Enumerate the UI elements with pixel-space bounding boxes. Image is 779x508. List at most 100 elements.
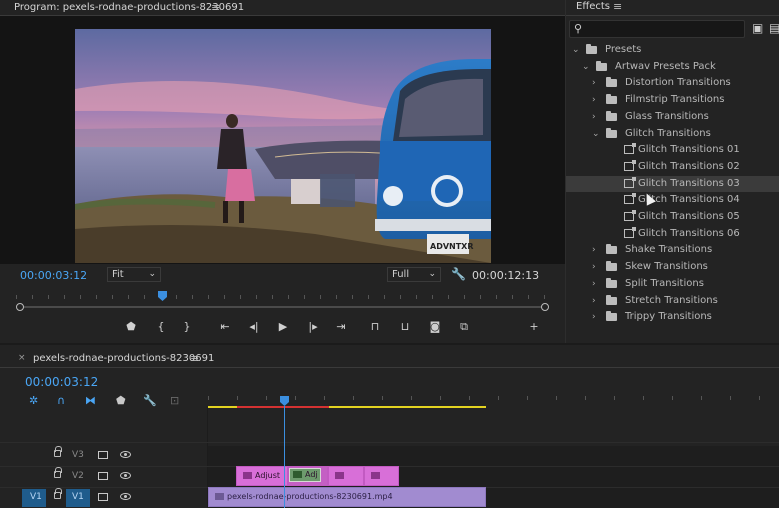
extract-icon[interactable]: ⊔ <box>396 320 414 333</box>
effects-tree-item[interactable]: › Skew Transitions <box>566 259 779 275</box>
effects-tree-item[interactable]: Glitch Transitions 03 <box>566 176 779 192</box>
timeline-timecode[interactable]: 00:00:03:12 <box>25 375 98 389</box>
effects-tree-item[interactable]: ⌄ Artwav Presets Pack <box>566 59 779 75</box>
adjustment-clip-4[interactable] <box>364 466 399 486</box>
step-back-icon[interactable]: ◂| <box>245 320 263 333</box>
effects-tree-item-label: Glitch Transitions 05 <box>638 211 740 222</box>
add-marker-icon[interactable]: ⬟ <box>116 394 126 407</box>
chevron-right-icon[interactable]: › <box>592 92 596 108</box>
nest-snap-icon[interactable]: ✲ <box>29 394 38 407</box>
chevron-down-icon[interactable]: ⌄ <box>592 126 600 142</box>
program-panel-menu-icon[interactable]: ≡ <box>211 1 220 14</box>
effects-search-input[interactable]: ⚲ <box>569 20 745 38</box>
effects-panel-title[interactable]: Effects <box>576 1 610 12</box>
lift-icon[interactable]: ⊓ <box>366 320 384 333</box>
program-current-timecode[interactable]: 00:00:03:12 <box>20 269 87 282</box>
ruler-tick <box>730 396 731 400</box>
folder-icon <box>596 61 607 71</box>
ruler-tick <box>701 396 702 400</box>
captions-icon[interactable]: ⊡ <box>170 394 179 407</box>
eye-icon[interactable] <box>120 451 131 458</box>
program-time-ruler[interactable] <box>16 291 546 301</box>
effects-tree-item-label: Trippy Transitions <box>625 311 712 322</box>
preset-icon <box>624 193 636 204</box>
zoom-handle-left[interactable] <box>16 303 24 311</box>
chevron-right-icon[interactable]: › <box>592 309 596 325</box>
timeline-settings-wrench-icon[interactable]: 🔧 <box>143 394 157 407</box>
effects-tree-item-label: Presets <box>605 44 642 55</box>
effects-tree-item[interactable]: Glitch Transitions 06 <box>566 226 779 242</box>
adjustment-clip-3[interactable] <box>328 466 364 486</box>
add-button-icon[interactable]: + <box>525 320 543 333</box>
effects-tree-item[interactable]: › Split Transitions <box>566 276 779 292</box>
program-monitor-title[interactable]: Program: pexels-rodnae-productions-82306… <box>14 2 244 13</box>
chevron-right-icon[interactable]: › <box>592 242 596 258</box>
sync-lock-icon[interactable] <box>98 493 108 501</box>
step-forward-icon[interactable]: |▸ <box>304 320 322 333</box>
effects-tree-item[interactable]: › Distortion Transitions <box>566 75 779 91</box>
playback-resolution-select[interactable]: Full ⌄ <box>387 267 441 282</box>
effects-tree-item[interactable]: Glitch Transitions 04 <box>566 192 779 208</box>
zoom-scroll-bar[interactable] <box>20 306 545 308</box>
sequence-tab-title[interactable]: pexels-rodnae-productions-8230691 <box>33 353 214 364</box>
effects-tree-item[interactable]: Glitch Transitions 02 <box>566 159 779 175</box>
timeline-menu-icon[interactable]: ≡ <box>190 352 199 365</box>
ruler-tick <box>288 295 289 299</box>
effects-tree-item[interactable]: Glitch Transitions 01 <box>566 142 779 158</box>
effects-tree-item[interactable]: › Shake Transitions <box>566 242 779 258</box>
effects-tree-item[interactable]: › Glass Transitions <box>566 109 779 125</box>
effects-tree-item[interactable]: › Filmstrip Transitions <box>566 92 779 108</box>
comparison-view-icon[interactable]: ⧉ <box>455 320 473 334</box>
mark-out-icon[interactable]: } <box>178 320 196 333</box>
mark-in-icon[interactable]: { <box>152 320 170 333</box>
playback-resolution-value: Full <box>392 269 410 280</box>
track-header-v1: V1 V1 <box>0 488 207 508</box>
ruler-tick <box>496 295 497 299</box>
effects-tree-item-label: Glitch Transitions 02 <box>638 161 740 172</box>
effects-tree-item[interactable]: › Stretch Transitions <box>566 293 779 309</box>
eye-icon[interactable] <box>120 472 131 479</box>
chevron-down-icon[interactable]: ⌄ <box>582 59 590 75</box>
ruler-tick <box>96 295 97 299</box>
go-to-out-icon[interactable]: ⇥ <box>332 320 350 333</box>
effects-tree-item[interactable]: ⌄ Presets <box>566 42 779 58</box>
chevron-right-icon[interactable]: › <box>592 259 596 275</box>
track-lane-v3[interactable] <box>208 446 779 466</box>
chevron-down-icon[interactable]: ⌄ <box>572 42 580 58</box>
effects-tree-item[interactable]: Glitch Transitions 05 <box>566 209 779 225</box>
export-frame-icon[interactable]: ◙ <box>426 320 444 333</box>
zoom-level-select[interactable]: Fit ⌄ <box>107 267 161 282</box>
adjustment-clip-1[interactable]: Adjust <box>236 466 288 486</box>
lock-icon[interactable] <box>54 446 62 457</box>
add-marker-icon[interactable]: ⬟ <box>122 320 140 333</box>
eye-icon[interactable] <box>120 493 131 500</box>
lock-icon[interactable] <box>54 488 62 499</box>
track-header-v3: V3 <box>0 446 207 466</box>
play-icon[interactable]: ▶ <box>274 320 292 333</box>
new-custom-bin-icon[interactable]: ▣ <box>752 21 763 35</box>
lock-icon[interactable] <box>54 467 62 478</box>
linked-selection-icon[interactable]: ⧓ <box>85 394 96 407</box>
video-frame[interactable]: ADVNTXR <box>75 29 491 263</box>
chevron-right-icon[interactable]: › <box>592 109 596 125</box>
snap-magnet-icon[interactable]: ∩ <box>57 394 65 407</box>
ruler-tick <box>528 295 529 299</box>
close-sequence-icon[interactable]: × <box>18 353 26 363</box>
adjustment-clip-2[interactable]: Adj <box>288 466 328 486</box>
effects-tree-item[interactable]: ⌄ Glitch Transitions <box>566 126 779 142</box>
sync-lock-icon[interactable] <box>98 472 108 480</box>
ruler-tick <box>266 396 267 400</box>
video-clip-v1[interactable]: pexels-rodnae-productions-8230691.mp4 <box>208 487 486 507</box>
zoom-handle-right[interactable] <box>541 303 549 311</box>
go-to-in-icon[interactable]: ⇤ <box>216 320 234 333</box>
effects-panel-menu-icon[interactable]: ≡ <box>613 0 622 13</box>
accelerated-effects-icon[interactable]: ▤ <box>769 21 779 35</box>
sync-lock-icon[interactable] <box>98 451 108 459</box>
settings-wrench-icon[interactable]: 🔧 <box>451 267 466 281</box>
chevron-right-icon[interactable]: › <box>592 293 596 309</box>
chevron-down-icon: ⌄ <box>148 269 156 279</box>
panel-divider <box>566 15 779 16</box>
effects-tree-item[interactable]: › Trippy Transitions <box>566 309 779 325</box>
chevron-right-icon[interactable]: › <box>592 276 596 292</box>
chevron-right-icon[interactable]: › <box>592 75 596 91</box>
